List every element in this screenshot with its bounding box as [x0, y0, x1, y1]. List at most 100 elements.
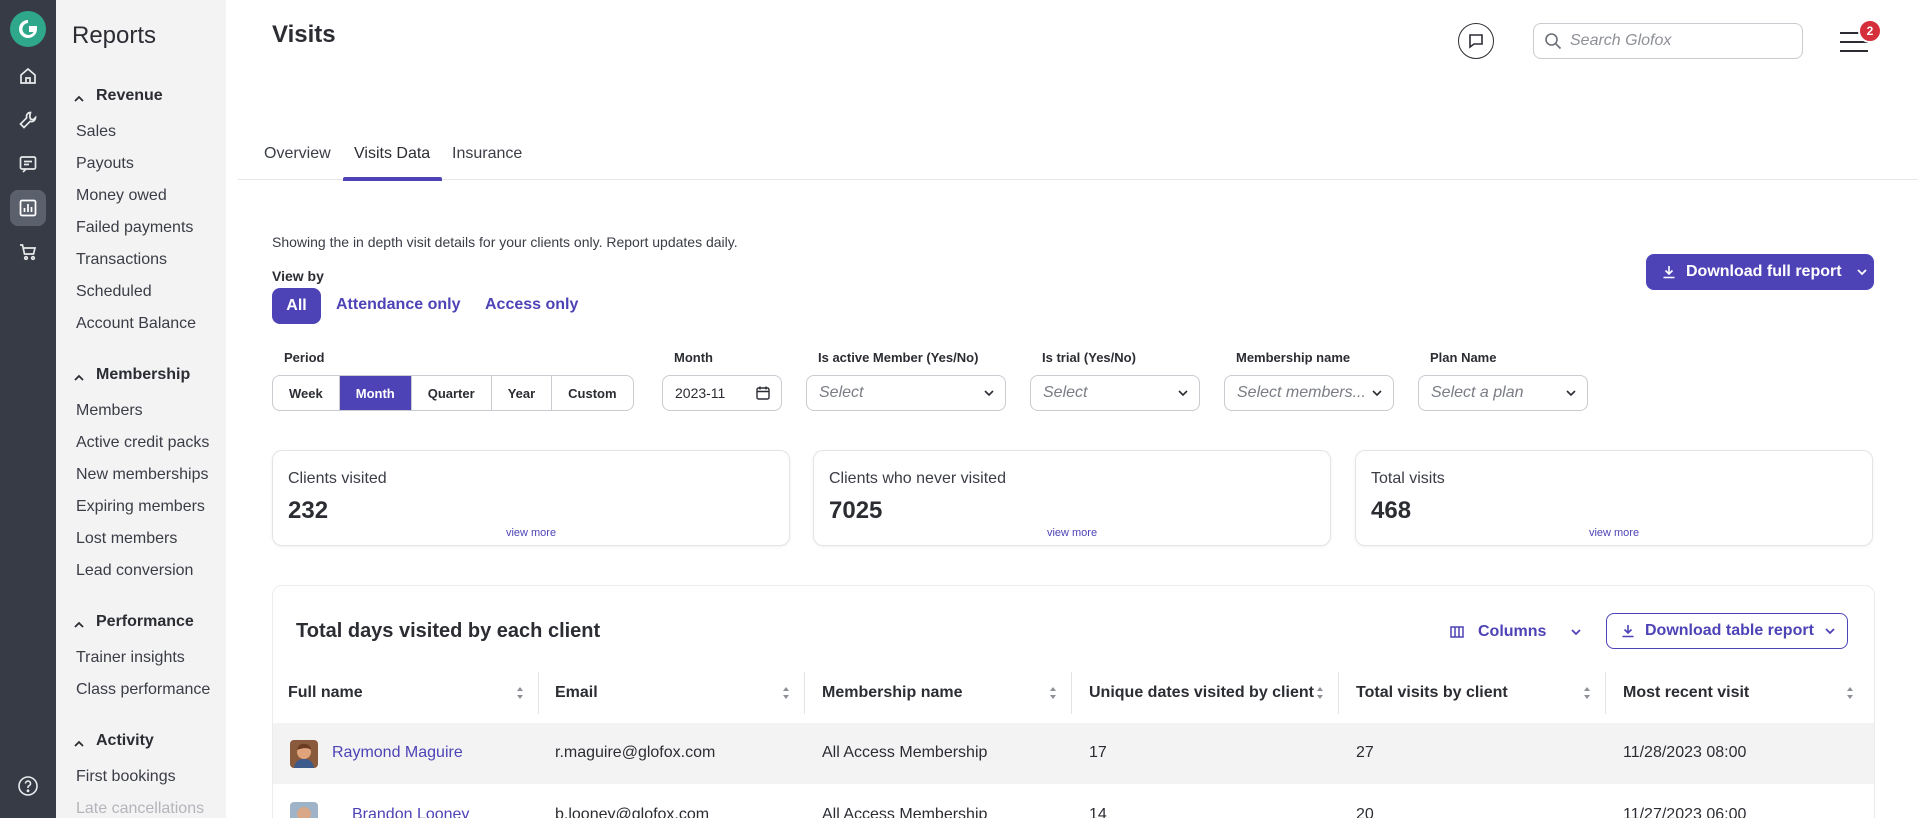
stat-value: 232 [288, 497, 329, 524]
column-header-label: Total visits by client [1356, 684, 1508, 701]
sidebar-item-active-credit-packs[interactable]: Active credit packs [76, 434, 209, 452]
view-by-all-button[interactable]: All [272, 288, 321, 324]
sidebar-item-transactions[interactable]: Transactions [76, 251, 167, 269]
sidebar-title: Reports [72, 22, 157, 49]
section-revenue[interactable]: Revenue [72, 87, 163, 105]
month-value: 2023-11 [675, 385, 726, 401]
tab-visits-data[interactable]: Visits Data [342, 135, 443, 181]
chevron-up-icon [72, 617, 86, 628]
view-by-attendance-button[interactable]: Attendance only [336, 296, 460, 314]
plan-name-select[interactable]: Select a plan [1418, 375, 1588, 411]
sort-icon [1050, 687, 1056, 699]
search-box[interactable] [1533, 23, 1803, 59]
avatar [290, 802, 318, 818]
download-full-report-button[interactable]: Download full report [1646, 254, 1874, 290]
tab-insurance[interactable]: Insurance [452, 135, 522, 180]
sidebar-item-sales[interactable]: Sales [76, 123, 116, 141]
sidebar-item-members[interactable]: Members [76, 402, 143, 420]
period-month[interactable]: Month [339, 376, 412, 410]
view-more-link[interactable]: view more [814, 527, 1330, 539]
columns-icon [1450, 626, 1464, 638]
membership-name-placeholder: Select members... [1237, 384, 1366, 401]
sidebar-item-lead-conversion[interactable]: Lead conversion [76, 562, 193, 580]
month-picker[interactable]: 2023-11 [662, 375, 782, 411]
sidebar-item-class-performance[interactable]: Class performance [76, 681, 210, 699]
table-title: Total days visited by each client [296, 620, 601, 642]
download-icon [1622, 625, 1634, 638]
period-year[interactable]: Year [492, 376, 553, 410]
column-header-membership-name[interactable]: Membership name [822, 672, 1072, 714]
search-input[interactable] [1570, 32, 1790, 50]
chevron-up-icon [72, 370, 86, 381]
section-label: Membership [96, 366, 191, 383]
membership-name-select[interactable]: Select members... [1224, 375, 1394, 411]
client-name-link[interactable]: Raymond Maguire [332, 744, 463, 762]
column-header-email[interactable]: Email [555, 672, 805, 714]
download-full-report-label: Download full report [1686, 263, 1842, 280]
view-by-access-button[interactable]: Access only [485, 296, 578, 314]
chat-button[interactable] [1458, 23, 1494, 59]
column-header-most-recent-visit[interactable]: Most recent visit [1623, 672, 1868, 714]
sidebar-item-money-owed[interactable]: Money owed [76, 187, 167, 205]
chevron-down-icon [1571, 629, 1582, 636]
period-label: Period [284, 350, 325, 365]
download-table-report-button[interactable]: Download table report [1606, 613, 1848, 649]
sidebar-item-lost-members[interactable]: Lost members [76, 530, 177, 548]
column-header-total-visits[interactable]: Total visits by client [1356, 672, 1606, 714]
chevron-down-icon [1825, 628, 1835, 635]
column-header-unique-dates[interactable]: Unique dates visited by client [1089, 672, 1339, 714]
is-trial-select[interactable]: Select [1030, 375, 1200, 411]
period-quarter[interactable]: Quarter [412, 376, 492, 410]
view-by-label: View by [272, 268, 324, 284]
messages-icon[interactable] [10, 146, 46, 182]
sidebar-item-scheduled[interactable]: Scheduled [76, 283, 152, 301]
wrench-icon[interactable] [10, 102, 46, 138]
client-name-link[interactable]: Brandon Looney [352, 806, 469, 818]
sort-icon [1584, 687, 1590, 699]
chevron-down-icon [1178, 390, 1188, 397]
columns-button[interactable]: Columns [1450, 620, 1582, 644]
sidebar-item-failed-payments[interactable]: Failed payments [76, 219, 193, 237]
section-performance[interactable]: Performance [72, 613, 194, 631]
period-week[interactable]: Week [273, 376, 340, 410]
sidebar-item-trainer-insights[interactable]: Trainer insights [76, 649, 185, 667]
icon-rail [0, 0, 56, 818]
section-label: Activity [96, 732, 154, 749]
column-header-label: Membership name [822, 684, 963, 701]
section-activity[interactable]: Activity [72, 732, 154, 750]
column-header-label: Full name [288, 684, 363, 701]
stat-label: Clients visited [288, 470, 387, 487]
client-membership: All Access Membership [822, 806, 988, 818]
glofox-logo-icon[interactable] [10, 11, 46, 47]
home-icon[interactable] [10, 58, 46, 94]
tab-overview[interactable]: Overview [264, 135, 331, 180]
chevron-down-icon [1566, 390, 1576, 397]
view-more-link[interactable]: view more [1356, 527, 1872, 539]
stat-label: Total visits [1371, 470, 1445, 487]
is-active-member-select[interactable]: Select [806, 375, 1006, 411]
help-icon[interactable] [10, 768, 46, 804]
download-icon [1663, 266, 1675, 279]
avatar [290, 740, 318, 768]
column-header-label: Unique dates visited by client [1089, 684, 1314, 701]
sidebar-item-late-cancellations[interactable]: Late cancellations [76, 800, 204, 818]
client-unique-dates: 14 [1089, 806, 1107, 818]
section-membership[interactable]: Membership [72, 366, 190, 384]
search-icon [1545, 33, 1562, 50]
cart-icon[interactable] [10, 234, 46, 270]
sidebar-item-expiring-members[interactable]: Expiring members [76, 498, 205, 516]
sidebar-item-account-balance[interactable]: Account Balance [76, 315, 196, 333]
sidebar-item-new-memberships[interactable]: New memberships [76, 466, 208, 484]
sidebar-item-first-bookings[interactable]: First bookings [76, 768, 176, 786]
sidebar-item-payouts[interactable]: Payouts [76, 155, 134, 173]
view-more-link[interactable]: view more [273, 527, 789, 539]
period-custom[interactable]: Custom [552, 376, 632, 410]
column-header-full-name[interactable]: Full name [288, 672, 539, 714]
notification-badge: 2 [1858, 19, 1882, 43]
columns-label: Columns [1478, 623, 1547, 640]
tab-bar: Overview Visits Data Insurance [238, 135, 1918, 181]
plan-name-label: Plan Name [1430, 350, 1497, 365]
chevron-up-icon [72, 91, 86, 102]
reports-icon[interactable] [10, 190, 46, 226]
report-description: Showing the in depth visit details for y… [272, 234, 738, 250]
